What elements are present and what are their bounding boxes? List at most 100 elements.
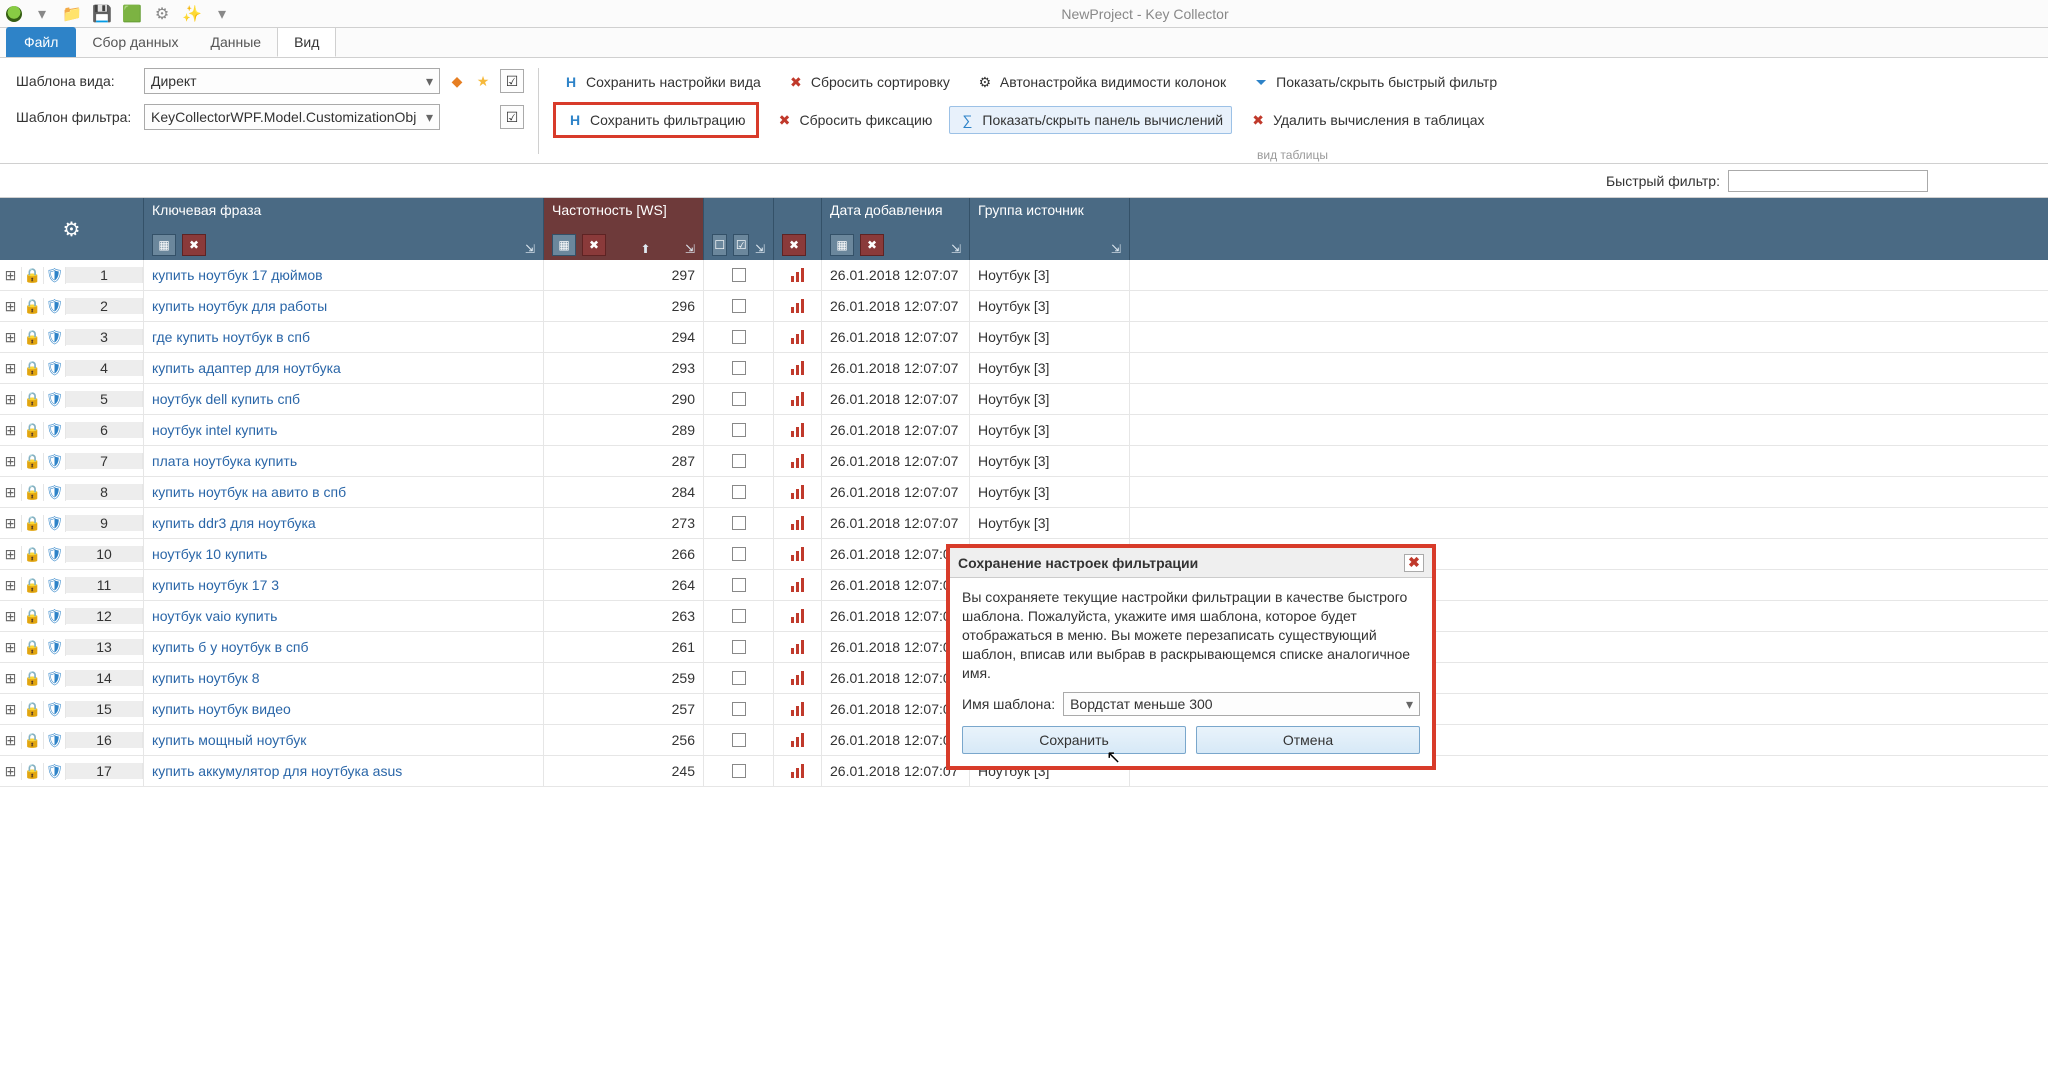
checkbox-icon[interactable] <box>732 299 746 313</box>
checkbox-icon[interactable] <box>732 702 746 716</box>
checkbox-icon[interactable] <box>732 547 746 561</box>
cell-phrase[interactable]: купить аккумулятор для ноутбука asus <box>144 756 544 786</box>
table-row[interactable]: ⊞🔒🛡7плата ноутбука купить28726.01.2018 1… <box>0 446 2048 477</box>
settings-icon[interactable] <box>152 4 172 24</box>
th-source[interactable]: Группа источник ⇲ <box>970 198 1130 260</box>
filter-template-combo[interactable]: KeyCollectorWPF.Model.CustomizationObj <box>144 104 440 130</box>
cell-phrase[interactable]: купить ноутбук 17 3 <box>144 570 544 600</box>
save-view-button[interactable]: Сохранить настройки вида <box>553 68 770 96</box>
col-tool-icon[interactable]: ▦ <box>830 234 854 256</box>
magic-icon[interactable] <box>182 4 202 24</box>
th-chart[interactable]: ✖ <box>774 198 822 260</box>
open-icon[interactable] <box>62 4 82 24</box>
reset-fix-button[interactable]: Сбросить фиксацию <box>767 106 942 134</box>
view-template-combo[interactable]: Директ <box>144 68 440 94</box>
cell-phrase[interactable]: купить ноутбук 8 <box>144 663 544 693</box>
expand-icon[interactable]: ⊞ <box>0 329 22 346</box>
cell-chart[interactable] <box>774 260 822 290</box>
expand-icon[interactable]: ⊞ <box>0 577 22 594</box>
cell-check[interactable] <box>704 384 774 414</box>
cell-phrase[interactable]: плата ноутбука купить <box>144 446 544 476</box>
cell-chart[interactable] <box>774 756 822 786</box>
col-tool-icon[interactable]: ▦ <box>552 234 576 256</box>
table-row[interactable]: ⊞🔒🛡9купить ddr3 для ноутбука27326.01.201… <box>0 508 2048 539</box>
checkbox-icon[interactable] <box>732 454 746 468</box>
save-filter-button[interactable]: Сохранить фильтрацию <box>553 102 759 138</box>
cell-chart[interactable] <box>774 663 822 693</box>
cell-check[interactable] <box>704 322 774 352</box>
file-tab[interactable]: Файл <box>6 27 76 57</box>
cell-phrase[interactable]: купить ноутбук видео <box>144 694 544 724</box>
table-row[interactable]: ⊞🔒🛡8купить ноутбук на авито в спб28426.0… <box>0 477 2048 508</box>
diamond-icon[interactable] <box>448 72 466 90</box>
save-icon[interactable] <box>92 4 112 24</box>
checkbox-icon[interactable] <box>732 733 746 747</box>
cell-check[interactable] <box>704 663 774 693</box>
checkbox-icon[interactable] <box>732 268 746 282</box>
cell-check[interactable] <box>704 508 774 538</box>
cell-chart[interactable] <box>774 384 822 414</box>
star-icon[interactable] <box>474 72 492 90</box>
expand-icon[interactable]: ⊞ <box>0 360 22 377</box>
checkbox-apply-filter[interactable] <box>500 105 524 129</box>
cell-chart[interactable] <box>774 539 822 569</box>
cell-check[interactable] <box>704 260 774 290</box>
expand-icon[interactable]: ⊞ <box>0 422 22 439</box>
cell-check[interactable] <box>704 601 774 631</box>
checkbox-icon[interactable] <box>732 516 746 530</box>
toggle-calc-panel-button[interactable]: Показать/скрыть панель вычислений <box>949 106 1232 134</box>
cell-chart[interactable] <box>774 694 822 724</box>
col-tool-icon[interactable]: ☑ <box>733 234 748 256</box>
cell-phrase[interactable]: купить адаптер для ноутбука <box>144 353 544 383</box>
expand-icon[interactable]: ⊞ <box>0 484 22 501</box>
tab-collect[interactable]: Сбор данных <box>76 27 194 57</box>
cell-check[interactable] <box>704 725 774 755</box>
col-tool-icon[interactable]: ☐ <box>712 234 727 256</box>
cell-check[interactable] <box>704 477 774 507</box>
col-clear-icon[interactable]: ✖ <box>782 234 806 256</box>
checkbox-icon[interactable] <box>732 485 746 499</box>
cell-phrase[interactable]: купить мощный ноутбук <box>144 725 544 755</box>
cell-check[interactable] <box>704 291 774 321</box>
checkbox-icon[interactable] <box>732 609 746 623</box>
cell-chart[interactable] <box>774 415 822 445</box>
pin-icon[interactable]: ⇲ <box>685 242 695 256</box>
cell-chart[interactable] <box>774 477 822 507</box>
th-check[interactable]: ☐ ☑ ⇲ <box>704 198 774 260</box>
cell-phrase[interactable]: ноутбук dell купить спб <box>144 384 544 414</box>
cell-chart[interactable] <box>774 508 822 538</box>
cell-check[interactable] <box>704 570 774 600</box>
pin-icon[interactable]: ⇲ <box>525 242 535 256</box>
expand-icon[interactable]: ⊞ <box>0 267 22 284</box>
qat-dropdown-icon[interactable] <box>32 4 52 24</box>
cell-check[interactable] <box>704 756 774 786</box>
quick-filter-input[interactable] <box>1728 170 1928 192</box>
expand-icon[interactable]: ⊞ <box>0 391 22 408</box>
expand-icon[interactable]: ⊞ <box>0 763 22 780</box>
excel-icon[interactable] <box>122 4 142 24</box>
cell-check[interactable] <box>704 694 774 724</box>
pin-icon[interactable]: ⇲ <box>755 242 765 256</box>
checkbox-icon[interactable] <box>732 330 746 344</box>
cell-chart[interactable] <box>774 291 822 321</box>
cell-check[interactable] <box>704 632 774 662</box>
cell-chart[interactable] <box>774 446 822 476</box>
cell-phrase[interactable]: ноутбук 10 купить <box>144 539 544 569</box>
pin-icon[interactable]: ⇲ <box>951 242 961 256</box>
expand-icon[interactable]: ⊞ <box>0 515 22 532</box>
cell-phrase[interactable]: ноутбук vaio купить <box>144 601 544 631</box>
expand-icon[interactable]: ⊞ <box>0 298 22 315</box>
dialog-titlebar[interactable]: Сохранение настроек фильтрации ✖ <box>950 548 1432 578</box>
expand-icon[interactable]: ⊞ <box>0 608 22 625</box>
expand-icon[interactable]: ⊞ <box>0 701 22 718</box>
close-icon[interactable]: ✖ <box>1404 554 1424 572</box>
cell-check[interactable] <box>704 415 774 445</box>
cell-check[interactable] <box>704 446 774 476</box>
checkbox-icon[interactable] <box>732 392 746 406</box>
checkbox-apply-view[interactable] <box>500 69 524 93</box>
cell-phrase[interactable]: где купить ноутбук в спб <box>144 322 544 352</box>
tab-data[interactable]: Данные <box>195 27 278 57</box>
table-row[interactable]: ⊞🔒🛡1купить ноутбук 17 дюймов29726.01.201… <box>0 260 2048 291</box>
expand-icon[interactable]: ⊞ <box>0 732 22 749</box>
col-clear-icon[interactable]: ✖ <box>860 234 884 256</box>
